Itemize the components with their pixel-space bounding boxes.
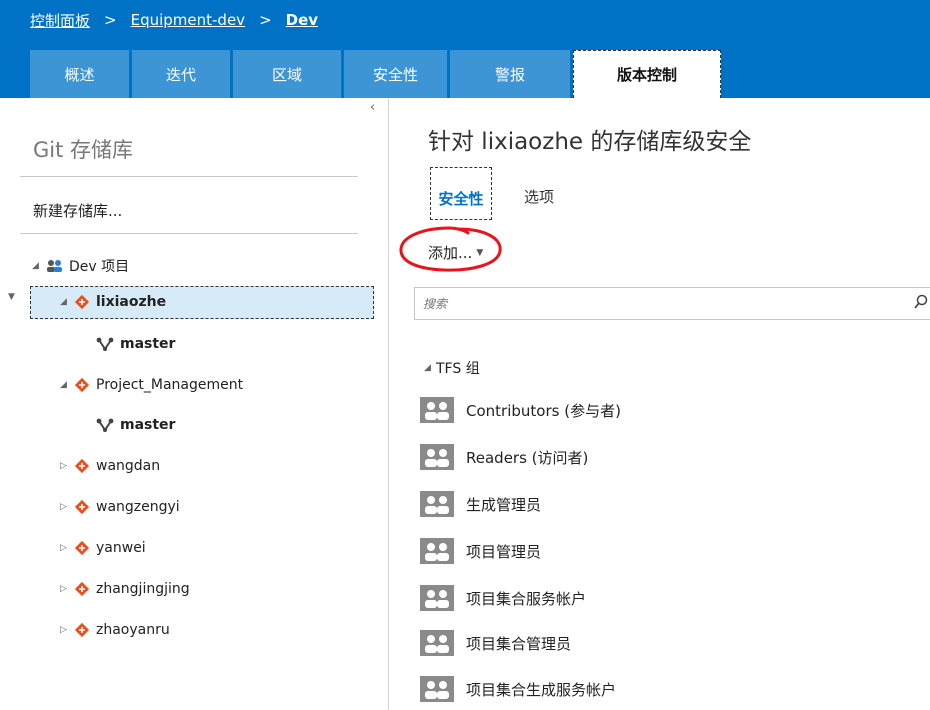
pane-divider[interactable] [388, 98, 389, 710]
group-item[interactable]: Readers (访问者) [420, 444, 588, 470]
collapsed-icon[interactable]: ▷ [60, 584, 74, 594]
tree-item-branch-master[interactable]: master [96, 336, 175, 352]
new-repository-link[interactable]: 新建存储库... [33, 200, 122, 221]
breadcrumb-control-panel[interactable]: 控制面板 [30, 10, 90, 31]
group-item[interactable]: 项目集合生成服务帐户 [420, 676, 616, 702]
branch-icon [96, 337, 114, 351]
collapsed-icon[interactable]: ▷ [60, 502, 74, 512]
group-item[interactable]: 项目管理员 [420, 538, 541, 564]
tree-item-label: wangzengyi [96, 499, 180, 515]
git-repositories-title: Git 存储库 [33, 138, 134, 162]
expanded-icon[interactable]: ◢ [424, 363, 436, 373]
git-repo-icon [74, 581, 90, 597]
git-repo-icon [74, 540, 90, 556]
collapse-pane-icon[interactable]: ‹ [370, 100, 375, 115]
tree-item-repo-wangdan[interactable]: ▷ wangdan [60, 458, 160, 474]
group-item[interactable]: 项目集合服务帐户 [420, 585, 586, 611]
admin-tabs: 概述 迭代 区域 安全性 警报 版本控制 [0, 50, 930, 98]
tree-item-repo-yanwei[interactable]: ▷ yanwei [60, 540, 146, 556]
collapsed-icon[interactable]: ▷ [60, 543, 74, 553]
tree-item-label: master [120, 336, 176, 352]
breadcrumb-separator: > [259, 11, 272, 29]
git-repo-icon [74, 458, 90, 474]
tree-item-repo-wangzengyi[interactable]: ▷ wangzengyi [60, 499, 180, 515]
group-icon [420, 444, 454, 470]
group-label: 项目集合管理员 [466, 634, 572, 653]
add-button-label: 添加... [428, 244, 473, 262]
tree-item-label: yanwei [96, 540, 146, 556]
tree-item-label: Dev 项目 [69, 259, 130, 275]
group-icon [420, 676, 454, 702]
group-icon [420, 397, 454, 423]
add-button[interactable]: 添加... ▼ [428, 242, 483, 263]
git-repo-icon [74, 294, 90, 310]
divider [20, 233, 358, 234]
group-label: 项目集合服务帐户 [466, 589, 587, 608]
tab-security[interactable]: 安全性 [344, 50, 447, 98]
group-label: Contributors (参与者) [466, 401, 621, 420]
tree-item-label: master [120, 417, 176, 433]
expanded-icon[interactable]: ◢ [32, 261, 46, 271]
group-header-tfs[interactable]: ◢ TFS 组 [424, 358, 480, 378]
breadcrumb-collection[interactable]: Equipment-dev [131, 11, 245, 29]
repository-pane [0, 98, 388, 710]
group-icon [420, 538, 454, 564]
tree-item-label: Project_Management [96, 377, 244, 393]
group-header-label: TFS 组 [436, 361, 480, 377]
chevron-down-icon[interactable]: ▼ [8, 292, 15, 302]
breadcrumb-separator: > [104, 11, 117, 29]
tree-item-branch-master[interactable]: master [96, 417, 175, 433]
git-repo-icon [74, 377, 90, 393]
group-label: Readers (访问者) [466, 448, 589, 467]
expanded-icon[interactable]: ◢ [60, 380, 74, 390]
tab-areas[interactable]: 区域 [233, 50, 341, 98]
tree-item-label: zhaoyanru [96, 622, 170, 638]
team-project-icon [46, 259, 63, 273]
divider [20, 176, 358, 177]
group-label: 生成管理员 [466, 495, 542, 514]
tree-item-label: zhangjingjing [96, 581, 190, 597]
tree-item-label: wangdan [96, 458, 161, 474]
group-item[interactable]: 项目集合管理员 [420, 630, 571, 656]
tab-version-control[interactable]: 版本控制 [573, 50, 721, 98]
group-item[interactable]: 生成管理员 [420, 491, 541, 517]
group-icon [420, 585, 454, 611]
page-title: 针对 lixiaozhe 的存储库级安全 [428, 129, 752, 155]
collapsed-icon[interactable]: ▷ [60, 625, 74, 635]
group-icon [420, 630, 454, 656]
group-icon [420, 491, 454, 517]
breadcrumb: 控制面板 > Equipment-dev > Dev [30, 9, 318, 31]
search-input[interactable] [414, 287, 930, 320]
chevron-down-icon: ▼ [476, 247, 484, 258]
group-item[interactable]: Contributors (参与者) [420, 397, 621, 423]
group-label: 项目集合生成服务帐户 [466, 680, 617, 699]
branch-icon [96, 418, 114, 432]
tab-iterations[interactable]: 迭代 [132, 50, 230, 98]
tree-item-repo-zhangjingjing[interactable]: ▷ zhangjingjing [60, 581, 190, 597]
tree-item-label: lixiaozhe [96, 294, 167, 310]
subtab-options[interactable]: 选项 [524, 186, 554, 207]
group-label: 项目管理员 [466, 542, 542, 561]
header-bar: 控制面板 > Equipment-dev > Dev 概述 迭代 区域 安全性 … [0, 0, 930, 98]
breadcrumb-project[interactable]: Dev [286, 11, 318, 29]
tree-item-repo-zhaoyanru[interactable]: ▷ zhaoyanru [60, 622, 170, 638]
tab-overview[interactable]: 概述 [30, 50, 129, 98]
tree-item-repo-project-management[interactable]: ◢ Project_Management [60, 377, 243, 393]
subtab-security[interactable]: 安全性 [430, 167, 492, 220]
tab-alerts[interactable]: 警报 [450, 50, 570, 98]
tree-item-repo-lixiaozhe[interactable]: ◢ lixiaozhe [60, 294, 166, 310]
collapsed-icon[interactable]: ▷ [60, 461, 74, 471]
tree-item-project[interactable]: ◢ Dev 项目 [32, 256, 129, 276]
search-icon[interactable] [914, 294, 928, 314]
git-repo-icon [74, 499, 90, 515]
git-repo-icon [74, 622, 90, 638]
expanded-icon[interactable]: ◢ [60, 297, 74, 307]
